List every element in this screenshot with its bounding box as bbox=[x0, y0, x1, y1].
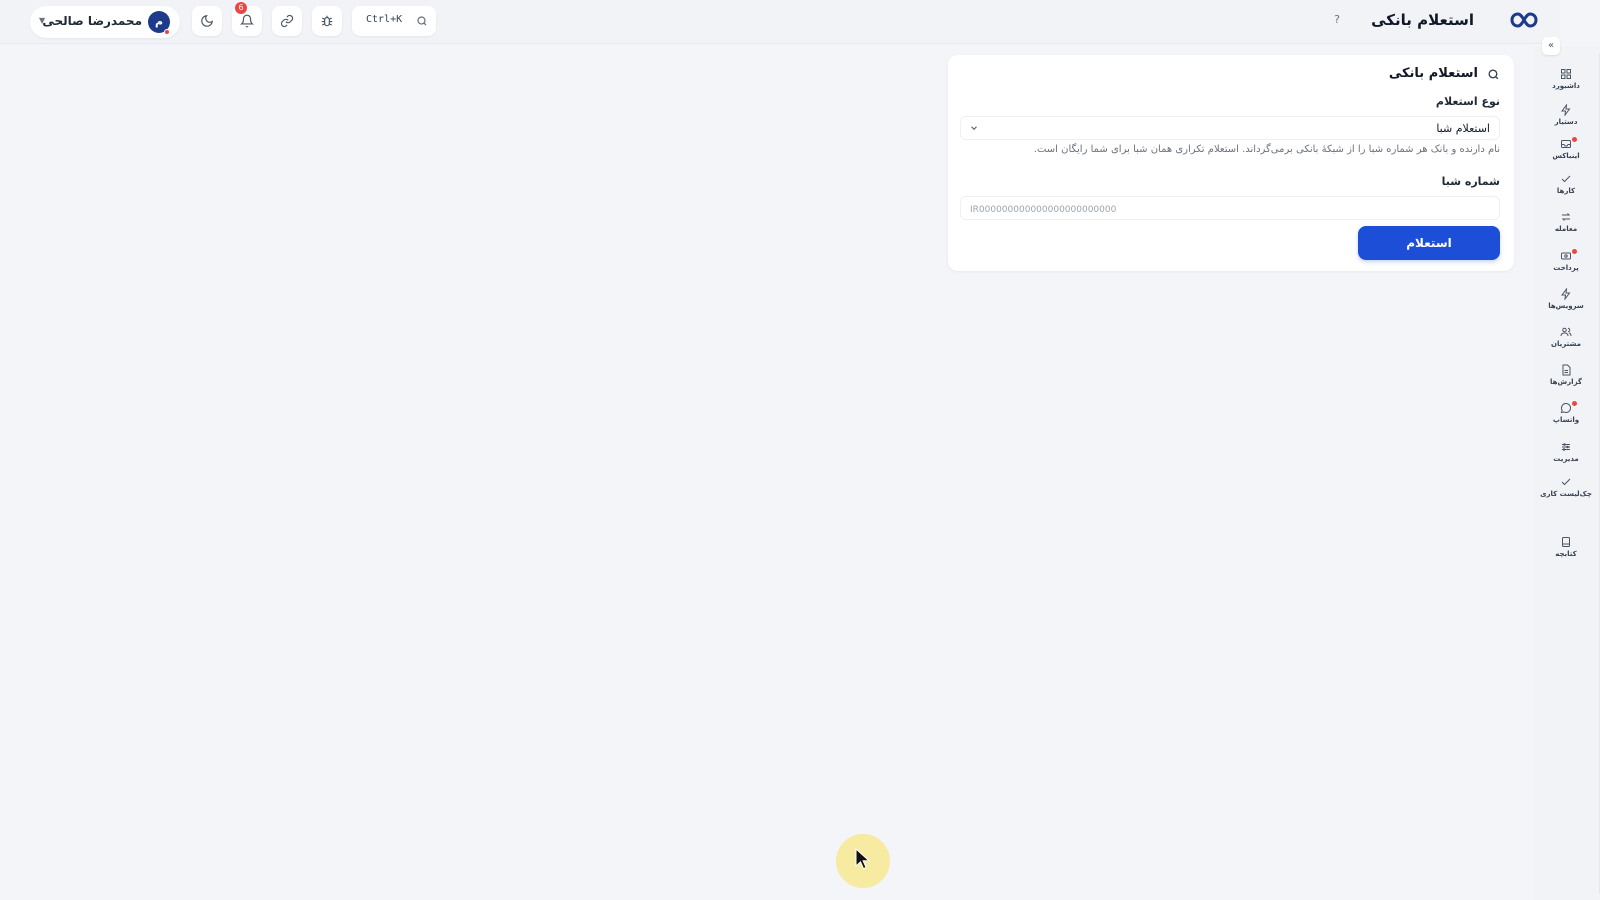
sidebar-item-work-checklist[interactable]: چک‌لیست کاری bbox=[1540, 476, 1592, 508]
notifications-button[interactable]: 6 bbox=[232, 2, 262, 36]
card-title: استعلام بانکی bbox=[1388, 66, 1478, 81]
sidebar-item-whatsapp[interactable]: واتساپ bbox=[1540, 401, 1592, 434]
bug-report-button[interactable] bbox=[312, 6, 342, 36]
exchange-icon bbox=[1561, 213, 1571, 221]
notification-count-badge: 6 bbox=[235, 2, 247, 14]
chevron-down-icon bbox=[971, 126, 977, 130]
global-search[interactable]: Ctrl+K bbox=[352, 6, 436, 36]
bell-icon bbox=[240, 14, 254, 28]
sidebar-item-label: کتابچه bbox=[1555, 550, 1577, 558]
iban-input[interactable] bbox=[961, 199, 1499, 221]
sidebar-item-services[interactable]: سرویس‌ها bbox=[1540, 288, 1592, 320]
check-icon bbox=[1561, 175, 1571, 183]
sidebar-item-tasks[interactable]: کارها bbox=[1540, 173, 1592, 205]
sidebar-item-label: مشتریان bbox=[1551, 340, 1581, 348]
sidebar-item-assistant[interactable]: دستیار bbox=[1540, 104, 1592, 136]
inbox-icon bbox=[1561, 140, 1571, 148]
check-icon bbox=[1561, 478, 1571, 486]
sidebar-item-handbook[interactable]: کتابچه bbox=[1540, 536, 1592, 568]
payment-icon bbox=[1561, 252, 1571, 260]
sidebar-item-management[interactable]: مدیریت bbox=[1540, 441, 1592, 473]
sidebar-item-label: اینباکس bbox=[1552, 152, 1580, 160]
inquiry-type-select[interactable]: استعلام شبا bbox=[960, 116, 1500, 140]
sidebar-item-label: گزارش‌ها bbox=[1550, 378, 1582, 386]
brand-logo-icon[interactable] bbox=[1506, 8, 1542, 32]
inquiry-type-value: استعلام شبا bbox=[1436, 122, 1490, 135]
book-icon bbox=[1562, 537, 1570, 547]
sidebar-item-dashboard[interactable]: داشبورد bbox=[1540, 68, 1592, 100]
sidebar-item-inbox[interactable]: اینباکس bbox=[1540, 137, 1592, 170]
search-icon bbox=[417, 16, 427, 26]
unread-dot bbox=[1572, 249, 1577, 254]
sidebar-item-label: واتساپ bbox=[1552, 416, 1580, 424]
report-icon bbox=[1562, 364, 1571, 376]
moon-icon bbox=[201, 15, 213, 27]
bolt-icon bbox=[1561, 104, 1571, 116]
users-icon bbox=[1560, 327, 1572, 337]
sidebar-collapse-button[interactable]: « bbox=[1542, 37, 1560, 55]
search-icon bbox=[1488, 69, 1499, 80]
sidebar-item-label: دستیار bbox=[1554, 118, 1578, 126]
sidebar-item-customers[interactable]: مشتریان bbox=[1540, 326, 1592, 358]
search-shortcut: Ctrl+K bbox=[366, 14, 403, 25]
chat-icon bbox=[1560, 403, 1572, 414]
sidebar: « داشبورد دستیار اینباکس کارها معامله پر… bbox=[1534, 37, 1600, 900]
link-icon bbox=[280, 14, 294, 28]
sidebar-item-payment[interactable]: پرداخت bbox=[1540, 249, 1592, 282]
sidebar-item-label: معامله bbox=[1554, 225, 1578, 233]
iban-label: شماره شبا bbox=[1441, 175, 1500, 188]
sliders-icon bbox=[1562, 443, 1570, 451]
chevron-down-icon: ▼ bbox=[39, 16, 46, 25]
submit-inquiry-button[interactable]: استعلام bbox=[1358, 226, 1500, 260]
top-header: استعلام بانکی ? م محمدرضا صالحی ▼ 6 Ctrl… bbox=[0, 0, 1560, 44]
link-button[interactable] bbox=[272, 6, 302, 36]
sidebar-item-label: کارها bbox=[1556, 187, 1576, 195]
bank-inquiry-card: استعلام بانکی نوع استعلام استعلام شبا نا… bbox=[948, 55, 1514, 271]
sidebar-item-label: چک‌لیست کاری bbox=[1540, 490, 1592, 498]
theme-toggle-button[interactable] bbox=[192, 6, 222, 36]
sidebar-item-label: پرداخت bbox=[1553, 264, 1579, 272]
sidebar-item-reports[interactable]: گزارش‌ها bbox=[1540, 364, 1592, 396]
sidebar-item-deals[interactable]: معامله bbox=[1540, 211, 1592, 243]
user-menu[interactable]: م محمدرضا صالحی ▼ bbox=[30, 6, 180, 38]
cursor-arrow-icon bbox=[855, 848, 871, 870]
page-title: استعلام بانکی bbox=[1371, 11, 1474, 29]
bug-icon bbox=[321, 15, 333, 27]
bolt-icon bbox=[1561, 288, 1571, 300]
iban-field[interactable] bbox=[960, 196, 1500, 221]
user-name: محمدرضا صالحی bbox=[42, 14, 142, 28]
inquiry-hint-text: نام دارنده و بانک هر شماره شبا را از شبک… bbox=[1033, 144, 1500, 155]
inquiry-type-label: نوع استعلام bbox=[1435, 95, 1500, 108]
grid-icon bbox=[1561, 69, 1571, 79]
sidebar-item-label: داشبورد bbox=[1552, 82, 1580, 90]
unread-dot bbox=[1572, 137, 1577, 142]
status-dot bbox=[164, 29, 170, 35]
help-icon[interactable]: ? bbox=[1330, 13, 1344, 27]
unread-dot bbox=[1572, 401, 1577, 406]
sidebar-item-label: مدیریت bbox=[1553, 455, 1579, 463]
sidebar-item-label: سرویس‌ها bbox=[1548, 302, 1584, 310]
